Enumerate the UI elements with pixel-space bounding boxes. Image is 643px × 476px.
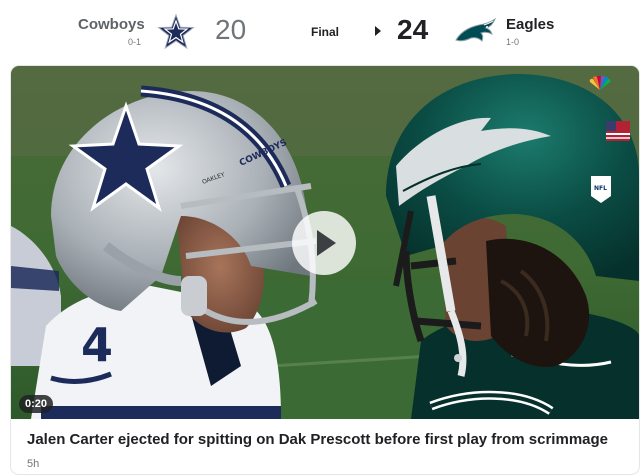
home-team-record: 1-0 — [506, 37, 520, 47]
play-icon — [317, 230, 336, 256]
left-jersey-number: 4 — [81, 318, 113, 372]
caret-right-icon — [375, 26, 381, 36]
video-card[interactable]: 4 COWBOYS OAKLEY NFL 0:20 Jalen Carter e… — [11, 66, 639, 474]
game-status: Final — [311, 25, 340, 39]
video-duration-badge: 0:20 — [19, 395, 54, 413]
play-button[interactable] — [292, 211, 356, 275]
nfl-shield-text: NFL — [594, 185, 607, 192]
scoreboard[interactable]: Cowboys 0-1 20 Final 24 Eagles 1-0 — [0, 0, 643, 64]
away-score: 20 — [215, 14, 247, 45]
cowboys-star-logo-icon — [157, 13, 195, 56]
page: Cowboys 0-1 20 Final 24 Eagles 1-0 4 COW… — [0, 0, 643, 476]
away-team-name: Cowboys — [78, 16, 145, 33]
away-team-record: 0-1 — [128, 37, 142, 47]
home-score: 24 — [397, 14, 429, 45]
video-headline[interactable]: Jalen Carter ejected for spitting on Dak… — [27, 431, 627, 448]
video-age: 5h — [27, 458, 40, 470]
video-thumbnail[interactable]: 4 COWBOYS OAKLEY NFL 0:20 — [11, 66, 639, 419]
home-team-name: Eagles — [506, 16, 555, 33]
eagles-logo-icon — [454, 17, 497, 51]
nbc-peacock-icon — [588, 75, 612, 97]
